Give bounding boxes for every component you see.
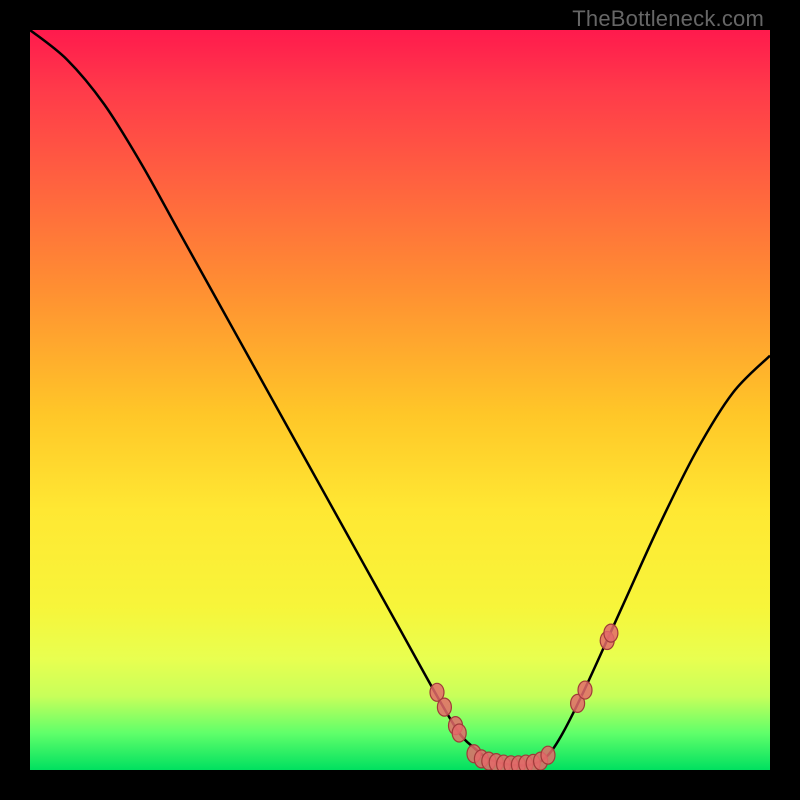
plot-area (30, 30, 770, 770)
data-point (452, 724, 466, 742)
curve-svg (30, 30, 770, 770)
data-point (578, 681, 592, 699)
curve-group (30, 30, 770, 765)
bottleneck-curve (30, 30, 770, 765)
data-point (541, 746, 555, 764)
chart-frame: TheBottleneck.com (0, 0, 800, 800)
data-point (604, 624, 618, 642)
data-point (437, 698, 451, 716)
points-group (430, 624, 618, 770)
watermark-text: TheBottleneck.com (572, 6, 764, 32)
